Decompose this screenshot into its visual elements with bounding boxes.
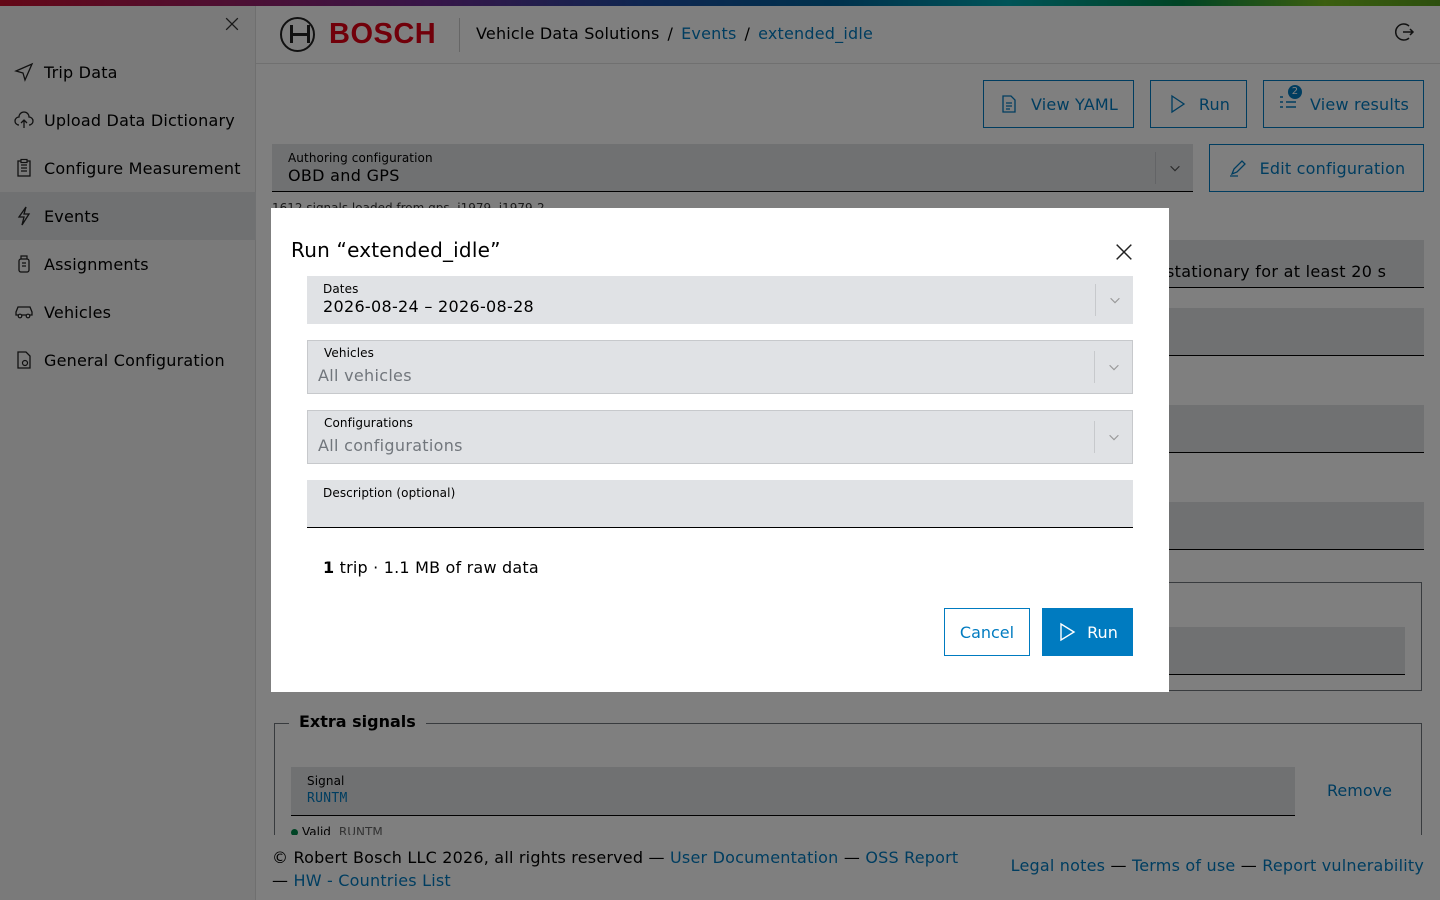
- dates-picker[interactable]: Dates 2026-08-24 – 2026-08-28: [307, 276, 1133, 324]
- configurations-label: Configurations: [324, 416, 414, 430]
- dialog-title: Run “extended_idle”: [291, 238, 501, 262]
- description-label: Description (optional): [323, 486, 456, 500]
- configurations-select[interactable]: Configurations All configurations: [307, 410, 1133, 464]
- trip-count: 1: [323, 558, 335, 577]
- dialog-run-label: Run: [1087, 622, 1118, 642]
- cancel-button[interactable]: Cancel: [944, 608, 1030, 656]
- summary-text: trip · 1.1 MB of raw data: [339, 558, 539, 577]
- run-summary: 1 trip · 1.1 MB of raw data: [323, 558, 539, 577]
- description-input[interactable]: Description (optional): [307, 480, 1133, 528]
- configurations-placeholder: All configurations: [318, 436, 463, 455]
- dialog-run-button[interactable]: Run: [1042, 608, 1133, 656]
- dates-value: 2026-08-24 – 2026-08-28: [323, 297, 535, 316]
- run-dialog: Run “extended_idle” Dates 2026-08-24 – 2…: [271, 208, 1169, 692]
- dates-label: Dates: [323, 282, 359, 296]
- play-icon: [1060, 622, 1076, 642]
- chevron-down-icon: [1094, 351, 1132, 383]
- vehicles-select[interactable]: Vehicles All vehicles: [307, 340, 1133, 394]
- vehicles-label: Vehicles: [324, 346, 374, 360]
- chevron-down-icon: [1095, 284, 1133, 316]
- chevron-down-icon: [1094, 421, 1132, 453]
- vehicles-placeholder: All vehicles: [318, 366, 412, 385]
- close-icon[interactable]: [1113, 241, 1137, 265]
